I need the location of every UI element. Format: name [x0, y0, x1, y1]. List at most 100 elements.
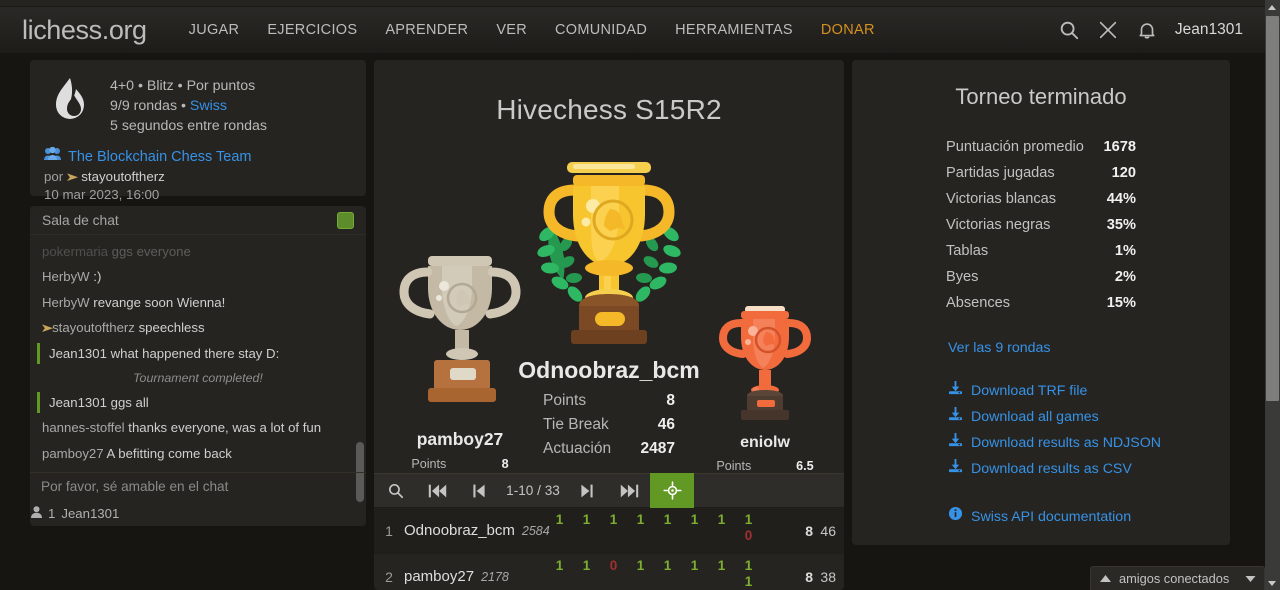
chat-toggle-button[interactable]	[337, 211, 354, 229]
result-cell[interactable]: 1	[654, 511, 681, 528]
nav-item-comunidad[interactable]: COMUNIDAD	[541, 16, 661, 44]
gold-trophy-icon	[492, 148, 726, 353]
result-top: 1	[555, 512, 564, 527]
download-icon	[948, 456, 963, 482]
download-csv-link[interactable]: Download results as CSV	[948, 456, 1230, 482]
tournament-interval: 5 segundos entre rondas	[110, 118, 267, 135]
link-label: Download results as CSV	[971, 461, 1132, 477]
chat-messages[interactable]: pokermaria ggs everyone HerbyW :) HerbyW…	[30, 236, 366, 472]
stat-label: Puntuación promedio	[946, 139, 1084, 155]
prev-page-icon[interactable]	[458, 473, 500, 508]
by-label: por	[44, 169, 64, 185]
chat-message-author[interactable]: Jean1301	[49, 395, 107, 410]
page-title: Hivechess S15R2	[496, 94, 722, 125]
left-column: 4+0 • Blitz • Por puntos 9/9 rondas • Sw…	[30, 60, 366, 526]
scroll-up-arrow-icon[interactable]	[1265, 0, 1280, 14]
result-top: 1	[744, 558, 753, 573]
next-page-icon[interactable]	[566, 473, 608, 508]
row-results: 1 1 1 1 1 1 1 10	[546, 508, 762, 554]
caret-down-icon[interactable]	[1245, 570, 1256, 588]
friends-bar[interactable]: amigos conectados	[1090, 566, 1265, 590]
result-cell[interactable]: 11	[735, 557, 762, 590]
download-trf-link[interactable]: Download TRF file	[948, 378, 1230, 404]
summary-stats: Puntuación promedio 1678 Partidas jugadas…	[946, 134, 1136, 316]
row-player-name[interactable]: pamboy27	[404, 568, 474, 585]
focus-me-icon[interactable]	[650, 473, 694, 508]
search-icon[interactable]	[1058, 19, 1080, 41]
team-link[interactable]: The Blockchain Chess Team	[68, 149, 252, 165]
download-icon	[948, 378, 963, 404]
standings-pager: 1-10 / 33	[374, 473, 844, 508]
result-cell[interactable]: 1	[708, 557, 735, 574]
chat-input[interactable]: Por favor, sé amable en el chat	[30, 472, 366, 500]
nav-item-jugar[interactable]: JUGAR	[175, 16, 254, 44]
table-row[interactable]: 2 pamboy27 2178 1 1 0 1 1 1 1 11 8 38	[374, 554, 844, 590]
nav-item-ver[interactable]: VER	[482, 16, 541, 44]
swiss-link[interactable]: Swiss	[190, 98, 227, 114]
chat-message-author[interactable]: HerbyW	[42, 269, 90, 284]
chat-message-author[interactable]: Jean1301	[49, 346, 107, 361]
chat-users-list[interactable]: Jean1301	[61, 506, 119, 521]
search-player-icon[interactable]	[374, 473, 416, 508]
result-cell[interactable]: 1	[654, 557, 681, 574]
chat-message-author[interactable]: HerbyW	[42, 295, 90, 310]
creator-username[interactable]: stayoutoftherz	[81, 169, 165, 184]
result-cell[interactable]: 1	[600, 511, 627, 528]
notification-bell-icon[interactable]	[1136, 19, 1158, 41]
link-label: Swiss API documentation	[971, 509, 1132, 525]
result-cell[interactable]: 1	[627, 511, 654, 528]
row-rank: 1	[385, 522, 393, 539]
nav-item-aprender[interactable]: APRENDER	[371, 16, 482, 44]
stat-value: 2487	[640, 440, 675, 458]
row-player-name[interactable]: Odnoobraz_bcm	[404, 522, 515, 539]
stat-label: Absences	[946, 295, 1011, 311]
nav-item-ejercicios[interactable]: EJERCICIOS	[253, 16, 371, 44]
result-cell[interactable]: 1	[546, 557, 573, 574]
nav-item-herramientas[interactable]: HERRAMIENTAS	[661, 16, 807, 44]
scroll-thumb[interactable]	[1266, 16, 1279, 401]
challenge-swords-icon[interactable]	[1097, 19, 1119, 41]
result-bottom: 1	[744, 574, 753, 589]
browser-scrollbar[interactable]	[1265, 0, 1280, 590]
stat-label: Partidas jugadas	[946, 165, 1055, 181]
podium-player-name[interactable]: Odnoobraz_bcm	[492, 357, 726, 384]
header-username[interactable]: Jean1301	[1175, 21, 1243, 39]
result-cell[interactable]: 1	[708, 511, 735, 528]
chat-message-author[interactable]: pamboy27	[42, 446, 104, 461]
swiss-api-doc-link[interactable]: Swiss API documentation	[948, 504, 1230, 530]
result-cell[interactable]: 10	[735, 511, 762, 544]
stat-value: 35%	[1106, 217, 1136, 233]
chat-message-text: revange soon Wienna!	[93, 294, 226, 310]
first-page-icon[interactable]	[416, 473, 458, 508]
patron-wing-icon: ➤	[40, 320, 54, 335]
download-games-link[interactable]: Download all games	[948, 404, 1230, 430]
result-cell[interactable]: 1	[546, 511, 573, 528]
result-cell[interactable]: 1	[573, 557, 600, 574]
result-cell[interactable]: 1	[573, 511, 600, 528]
chat-message-text: A befitting come back	[106, 445, 232, 461]
result-cell[interactable]: 0	[600, 557, 627, 574]
download-ndjson-link[interactable]: Download results as NDJSON	[948, 430, 1230, 456]
friends-bar-label: amigos conectados	[1119, 571, 1230, 586]
tournament-team-row: The Blockchain Chess Team	[44, 147, 351, 166]
podium-player-name[interactable]: eniolw	[692, 434, 838, 452]
result-cell[interactable]: 1	[627, 557, 654, 574]
chat-message-author[interactable]: pokermaria	[42, 244, 108, 259]
view-rounds-link[interactable]: Ver las 9 rondas	[948, 340, 1230, 356]
result-cell[interactable]: 1	[681, 511, 708, 528]
scroll-down-arrow-icon[interactable]	[1265, 576, 1280, 590]
tournament-meta: 4+0 • Blitz • Por puntos 9/9 rondas • Sw…	[110, 73, 267, 136]
nav-item-donar[interactable]: DONAR	[807, 16, 889, 44]
stat-label: Tablas	[946, 243, 989, 259]
chat-message-author[interactable]: stayoutoftherz	[52, 320, 135, 335]
result-cell[interactable]: 1	[681, 557, 708, 574]
site-logo[interactable]: lichess.org	[22, 15, 147, 46]
last-page-icon[interactable]	[608, 473, 650, 508]
chat-users-row[interactable]: 1 Jean1301	[30, 500, 366, 526]
stat-value: 1678	[1103, 139, 1136, 155]
chat-message-text: ggs all	[110, 395, 149, 411]
chat-message-author[interactable]: hannes-stoffel	[42, 420, 125, 435]
table-row[interactable]: 1 Odnoobraz_bcm 2584 1 1 1 1 1 1 1 10 8 …	[374, 508, 844, 554]
stat-label: Tie Break	[543, 416, 609, 434]
result-top: 1	[690, 512, 699, 527]
